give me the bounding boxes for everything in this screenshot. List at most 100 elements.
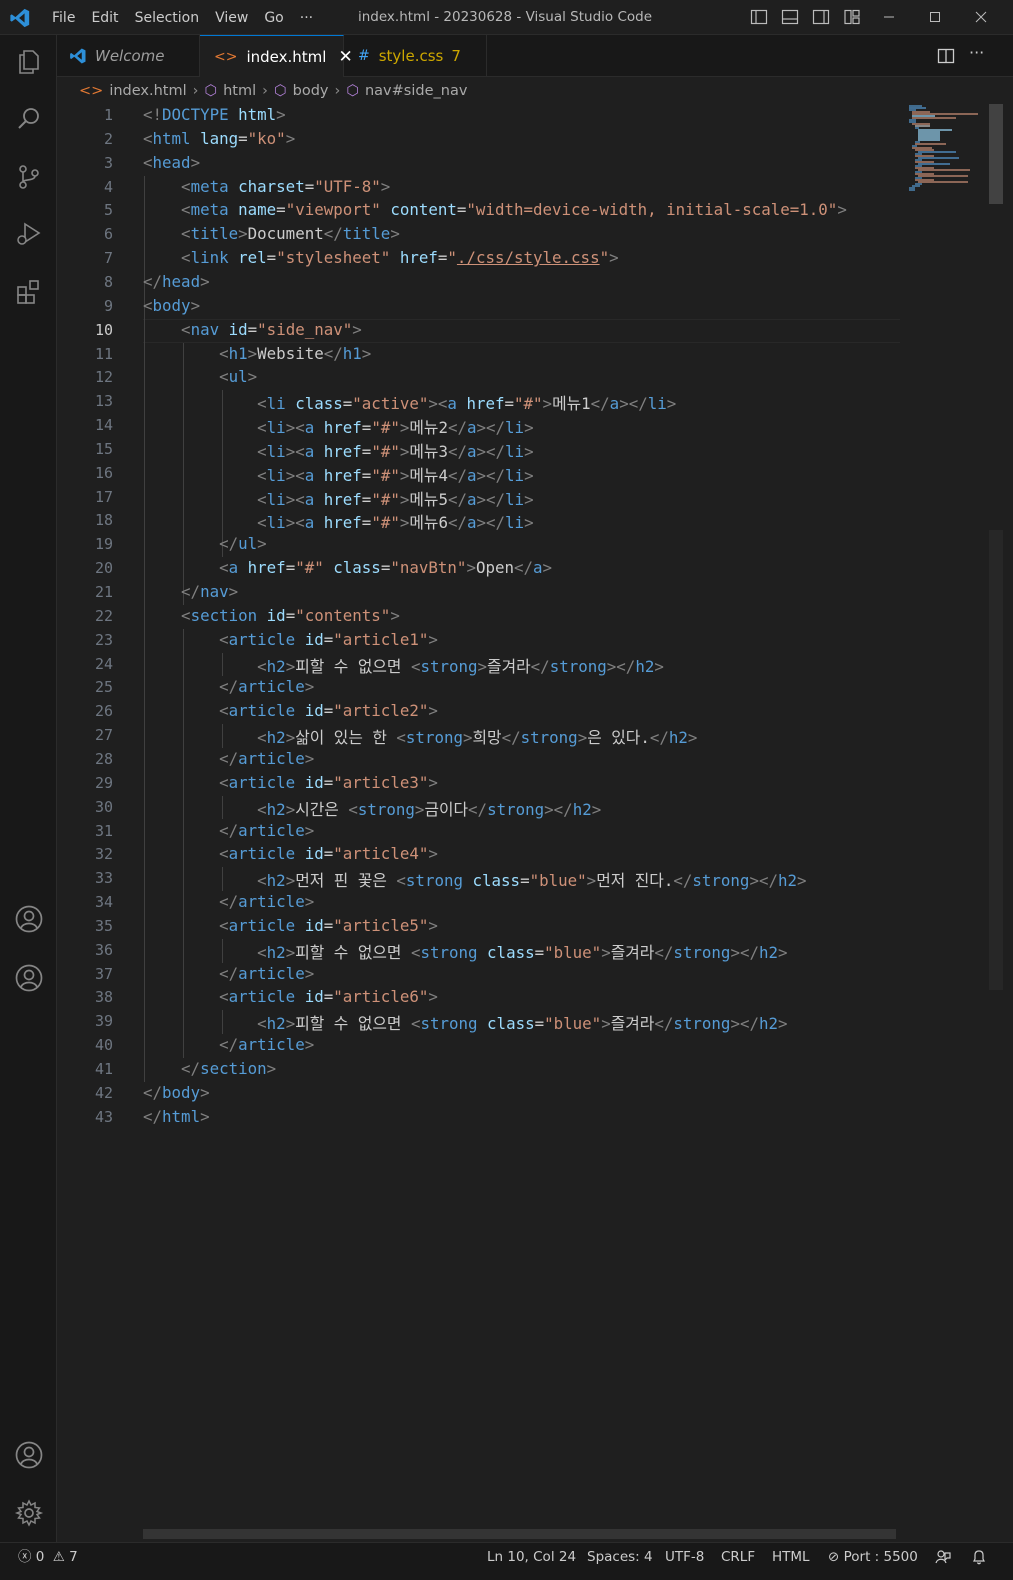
code-line[interactable]: </article> <box>143 749 314 768</box>
code-line[interactable]: </article> <box>143 892 314 911</box>
code-line[interactable]: </article> <box>143 677 314 696</box>
code-line[interactable]: <section id="contents"> <box>143 606 400 625</box>
explorer-icon[interactable] <box>12 45 46 79</box>
code-line[interactable]: <h2>피할 수 없으면 <strong class="blue">즐겨라</s… <box>143 940 788 963</box>
source-control-icon[interactable] <box>12 160 46 194</box>
code-line[interactable]: <article id="article1"> <box>143 630 438 649</box>
code-line[interactable]: <article id="article2"> <box>143 701 438 720</box>
code-line[interactable]: <ul> <box>143 367 257 386</box>
more-actions-icon[interactable]: ··· <box>969 43 984 62</box>
language-mode[interactable]: HTML <box>772 1543 810 1571</box>
code-line[interactable]: <h2>피할 수 없으면 <strong>즐겨라</strong></h2> <box>143 654 664 677</box>
tab-style-css[interactable]: # style.css 7 <box>344 35 487 77</box>
code-token: article <box>238 820 305 840</box>
code-token: > <box>285 728 296 748</box>
code-line[interactable]: </nav> <box>143 582 238 601</box>
feedback-icon[interactable] <box>935 1543 951 1571</box>
code-line[interactable]: <nav id="side_nav"> <box>143 320 362 339</box>
code-editor[interactable]: 1 <!DOCTYPE html> 2 <html lang="ko"> 3 <head>… <box>57 104 900 1528</box>
menu-view[interactable]: View <box>207 10 256 26</box>
code-line[interactable]: <head> <box>143 153 200 172</box>
vertical-scrollbar[interactable] <box>989 104 1003 1528</box>
line-number: 19 <box>94 535 113 554</box>
horizontal-scrollbar[interactable] <box>143 1529 896 1539</box>
menu-selection[interactable]: Selection <box>127 10 208 26</box>
indentation[interactable]: Spaces: 4 <box>587 1543 653 1571</box>
code-line[interactable]: <html lang="ko"> <box>143 129 295 148</box>
menu-file[interactable]: File <box>44 10 83 26</box>
code-line[interactable]: <article id="article3"> <box>143 773 438 792</box>
menu-go[interactable]: Go <box>256 10 291 26</box>
code-line[interactable]: <meta charset="UTF-8"> <box>143 177 390 196</box>
code-line[interactable]: <article id="article6"> <box>143 987 438 1006</box>
scrollbar-thumb[interactable] <box>989 104 1003 204</box>
code-line[interactable]: <h2>먼저 핀 꽃은 <strong class="blue">먼저 진다.<… <box>143 868 806 891</box>
toggle-panel-icon[interactable] <box>781 8 799 26</box>
code-line[interactable]: <h2>시간은 <strong>금이다</strong></h2> <box>143 797 601 820</box>
minimize-icon[interactable] <box>880 8 898 26</box>
menu-edit[interactable]: Edit <box>83 10 126 26</box>
encoding[interactable]: UTF-8 <box>665 1543 704 1571</box>
code-line[interactable]: <article id="article4"> <box>143 844 438 863</box>
extensions-icon[interactable] <box>12 275 46 309</box>
code-line[interactable]: <li><a href="#">메뉴4</a></li> <box>143 463 533 486</box>
notifications-bell-icon[interactable] <box>972 1543 986 1571</box>
code-token: </ <box>447 465 467 485</box>
code-token: article <box>228 701 296 721</box>
line-number: 29 <box>94 773 113 792</box>
code-line[interactable]: </html> <box>143 1107 210 1126</box>
code-token: head <box>162 271 201 291</box>
code-line[interactable]: </section> <box>143 1059 276 1078</box>
account-icon[interactable] <box>12 902 46 936</box>
line-ending[interactable]: CRLF <box>721 1543 755 1571</box>
code-line[interactable]: <h1>Website</h1> <box>143 344 371 363</box>
code-line[interactable]: <article id="article5"> <box>143 916 438 935</box>
run-and-debug-icon[interactable] <box>12 217 46 251</box>
search-icon[interactable] <box>12 102 46 136</box>
customize-layout-icon[interactable] <box>843 8 861 26</box>
breadcrumb-item[interactable]: index.html <box>109 83 186 99</box>
code-token: 금이다 <box>424 799 469 819</box>
code-line[interactable]: <meta name="viewport" content="width=dev… <box>143 200 847 219</box>
code-line[interactable]: <li><a href="#">메뉴5</a></li> <box>143 487 533 510</box>
menu-more[interactable]: ··· <box>292 10 321 26</box>
code-line[interactable]: <title>Document</title> <box>143 224 400 243</box>
account-icon[interactable] <box>12 961 46 995</box>
toggle-primary-sidebar-icon[interactable] <box>750 8 768 26</box>
breadcrumb-item[interactable]: html <box>223 83 256 99</box>
problems-indicator[interactable]: ⓧ 0 ⚠ 7 <box>18 1543 78 1571</box>
live-server-status[interactable]: ⊘ Port : 5500 <box>828 1543 918 1571</box>
code-line[interactable]: <li><a href="#">메뉴6</a></li> <box>143 510 533 533</box>
code-line[interactable]: <li><a href="#">메뉴2</a></li> <box>143 415 533 438</box>
code-token: 먼저 핀 꽃은 <box>295 871 397 891</box>
code-line[interactable]: </article> <box>143 1035 314 1054</box>
accounts-icon[interactable] <box>12 1438 46 1472</box>
toggle-secondary-sidebar-icon[interactable] <box>812 8 830 26</box>
code-token: < <box>219 844 229 864</box>
code-line[interactable]: <li class="active"><a href="#">메뉴1</a></… <box>143 391 676 414</box>
code-line[interactable]: </body> <box>143 1083 210 1102</box>
code-line[interactable]: <link rel="stylesheet" href="./css/style… <box>143 248 619 267</box>
code-line[interactable]: </article> <box>143 964 314 983</box>
close-window-icon[interactable] <box>972 8 990 26</box>
code-line[interactable]: <!DOCTYPE html> <box>143 105 286 124</box>
cursor-position[interactable]: Ln 10, Col 24 <box>487 1543 576 1571</box>
code-line[interactable]: </head> <box>143 272 210 291</box>
code-line[interactable]: <body> <box>143 296 200 315</box>
code-line[interactable]: </article> <box>143 821 314 840</box>
code-line[interactable]: <a href="#" class="navBtn">Open</a> <box>143 558 552 577</box>
code-line[interactable]: <h2>삶이 있는 한 <strong>희망</strong>은 있다.</h2… <box>143 725 697 748</box>
maximize-icon[interactable] <box>926 8 944 26</box>
code-line[interactable]: <li><a href="#">메뉴3</a></li> <box>143 439 533 462</box>
settings-gear-icon[interactable] <box>12 1496 46 1530</box>
code-line[interactable]: <h2>피할 수 없으면 <strong class="blue">즐겨라</s… <box>143 1011 787 1034</box>
code-line[interactable]: </ul> <box>143 534 267 553</box>
split-editor-icon[interactable] <box>937 47 955 65</box>
code-token: > <box>778 942 788 962</box>
tab-welcome[interactable]: Welcome <box>57 35 200 77</box>
breadcrumb-item[interactable]: nav#side_nav <box>365 83 467 99</box>
tab-index-html[interactable]: <> index.html ✕ <box>200 35 353 78</box>
breadcrumb-item[interactable]: body <box>293 83 329 99</box>
